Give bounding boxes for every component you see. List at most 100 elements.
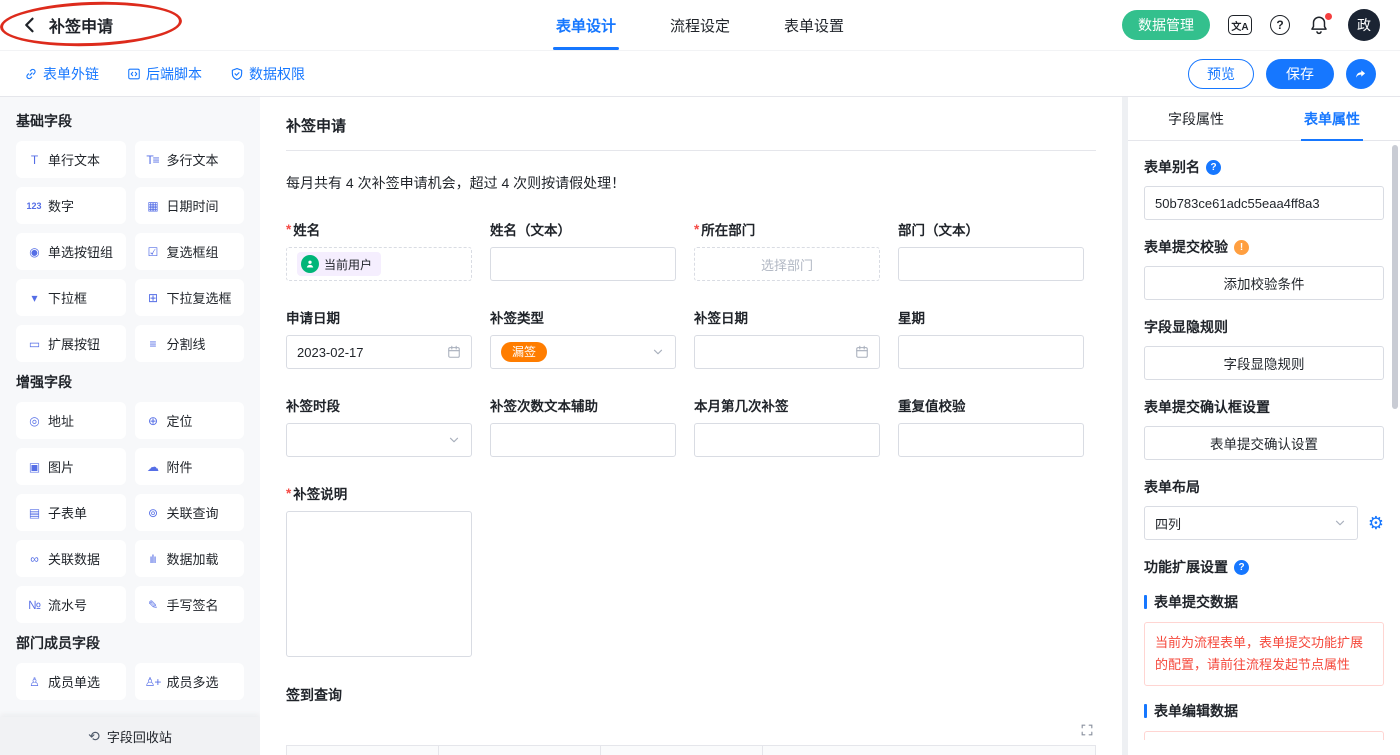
field-type-multi-select[interactable]: ⊞下拉复选框 bbox=[135, 279, 245, 316]
form-field-count-helper[interactable]: 补签次数文本辅助 bbox=[490, 395, 676, 457]
field-type-subform[interactable]: ▤子表单 bbox=[16, 494, 126, 531]
data-permission-link[interactable]: 数据权限 bbox=[230, 64, 305, 84]
field-type-signature[interactable]: ✎手写签名 bbox=[135, 586, 245, 623]
form-field-name-text[interactable]: 姓名（文本） bbox=[490, 219, 676, 281]
field-type-radio-group[interactable]: ◉单选按钮组 bbox=[16, 233, 126, 270]
column-header[interactable]: 员工姓名 bbox=[287, 746, 439, 755]
fullscreen-expand-icon[interactable] bbox=[1080, 723, 1094, 737]
share-arrow-icon bbox=[1354, 67, 1368, 81]
form-field-weekday[interactable]: 星期 bbox=[898, 307, 1084, 369]
name-text-input[interactable] bbox=[490, 247, 676, 281]
tab-form-settings[interactable]: 表单设置 bbox=[781, 0, 847, 50]
add-check-condition-button[interactable]: 添加校验条件 bbox=[1144, 266, 1384, 300]
backend-script-link[interactable]: 后端脚本 bbox=[127, 64, 202, 84]
count-helper-input[interactable] bbox=[490, 423, 676, 457]
tab-form-properties[interactable]: 表单属性 bbox=[1264, 97, 1400, 140]
field-type-serial-number[interactable]: №流水号 bbox=[16, 586, 126, 623]
department-placeholder: 选择部门 bbox=[761, 255, 813, 274]
department-text-input[interactable] bbox=[898, 247, 1084, 281]
field-type-linked-query[interactable]: ⊚关联查询 bbox=[135, 494, 245, 531]
chevron-down-icon bbox=[447, 433, 461, 447]
field-type-location[interactable]: ⊕定位 bbox=[135, 402, 245, 439]
alias-input[interactable] bbox=[1144, 186, 1384, 220]
member-single-icon: ♙ bbox=[24, 675, 44, 689]
field-type-label: 关联查询 bbox=[167, 503, 219, 522]
field-type-datetime[interactable]: ▦日期时间 bbox=[135, 187, 245, 224]
form-field-remark[interactable]: 补签说明 bbox=[286, 483, 472, 657]
field-type-single-line-text[interactable]: T单行文本 bbox=[16, 141, 126, 178]
name-widget[interactable]: 当前用户 bbox=[286, 247, 472, 281]
confirm-label: 表单提交确认框设置 bbox=[1144, 397, 1270, 417]
alias-label: 表单别名 bbox=[1144, 157, 1200, 177]
gear-icon[interactable]: ⚙ bbox=[1368, 514, 1384, 532]
tab-field-properties[interactable]: 字段属性 bbox=[1128, 97, 1264, 140]
apply-date-input[interactable]: 2023-02-17 bbox=[286, 335, 472, 369]
column-header[interactable]: 考勤类型 bbox=[601, 746, 763, 755]
form-external-link[interactable]: 表单外链 bbox=[24, 64, 99, 84]
form-field-department-text[interactable]: 部门（文本） bbox=[898, 219, 1084, 281]
field-type-label: 多行文本 bbox=[167, 150, 219, 169]
tab-flow-settings[interactable]: 流程设定 bbox=[667, 0, 733, 50]
field-type-multi-line-text[interactable]: T≡多行文本 bbox=[135, 141, 245, 178]
form-field-month-count[interactable]: 本月第几次补签 bbox=[694, 395, 880, 457]
field-type-image[interactable]: ▣图片 bbox=[16, 448, 126, 485]
field-type-number[interactable]: 123数字 bbox=[16, 187, 126, 224]
month-count-input[interactable] bbox=[694, 423, 880, 457]
resign-date-input[interactable] bbox=[694, 335, 880, 369]
field-recycle-bin[interactable]: ⟲ 字段回收站 bbox=[0, 717, 260, 755]
field-type-data-load[interactable]: ılı数据加载 bbox=[135, 540, 245, 577]
form-field-name[interactable]: 姓名 当前用户 bbox=[286, 219, 472, 281]
field-type-extend-button[interactable]: ▭扩展按钮 bbox=[16, 325, 126, 362]
code-icon bbox=[127, 67, 141, 81]
form-field-apply-date[interactable]: 申请日期 2023-02-17 bbox=[286, 307, 472, 369]
share-button[interactable] bbox=[1346, 59, 1376, 89]
field-type-member-multi[interactable]: ♙+成员多选 bbox=[135, 663, 245, 700]
avatar[interactable]: 政 bbox=[1348, 9, 1380, 41]
layout-select[interactable]: 四列 bbox=[1144, 506, 1358, 540]
department-picker[interactable]: 选择部门 bbox=[694, 247, 880, 281]
back-button[interactable] bbox=[20, 15, 40, 35]
form-field-resign-type[interactable]: 补签类型 漏签 bbox=[490, 307, 676, 369]
checkin-query-title[interactable]: 签到查询 bbox=[286, 685, 1096, 705]
field-type-member-single[interactable]: ♙成员单选 bbox=[16, 663, 126, 700]
form-description[interactable]: 每月共有 4 次补签申请机会，超过 4 次则按请假处理！ bbox=[286, 173, 1096, 193]
weekday-input[interactable] bbox=[898, 335, 1084, 369]
submit-confirm-button[interactable]: 表单提交确认设置 bbox=[1144, 426, 1384, 460]
field-type-attachment[interactable]: ☁附件 bbox=[135, 448, 245, 485]
scrollbar[interactable] bbox=[1392, 145, 1398, 409]
form-field-resign-period[interactable]: 补签时段 bbox=[286, 395, 472, 457]
form-field-resign-date[interactable]: 补签日期 bbox=[694, 307, 880, 369]
form-field-department[interactable]: 所在部门 选择部门 bbox=[694, 219, 880, 281]
multi-select-icon: ⊞ bbox=[143, 291, 163, 305]
translate-icon[interactable]: 文A bbox=[1228, 15, 1252, 35]
remark-textarea[interactable] bbox=[286, 511, 472, 657]
visibility-rules-button[interactable]: 字段显隐规则 bbox=[1144, 346, 1384, 380]
resign-period-select[interactable] bbox=[286, 423, 472, 457]
tab-form-design[interactable]: 表单设计 bbox=[553, 0, 619, 50]
layout-label: 表单布局 bbox=[1144, 477, 1200, 497]
field-type-address[interactable]: ◎地址 bbox=[16, 402, 126, 439]
data-manage-button[interactable]: 数据管理 bbox=[1122, 10, 1210, 40]
column-header[interactable]: 考勤日期 bbox=[439, 746, 601, 755]
save-button[interactable]: 保存 bbox=[1266, 59, 1334, 89]
duplicate-check-input[interactable] bbox=[898, 423, 1084, 457]
data-load-icon: ılı bbox=[143, 552, 163, 566]
field-type-label: 数字 bbox=[48, 196, 74, 215]
apply-date-value: 2023-02-17 bbox=[297, 345, 364, 360]
column-header[interactable]: 签到时间 bbox=[763, 746, 1096, 755]
preview-button[interactable]: 预览 bbox=[1188, 59, 1254, 89]
field-type-linked-data[interactable]: ∞关联数据 bbox=[16, 540, 126, 577]
form-field-duplicate-check[interactable]: 重复值校验 bbox=[898, 395, 1084, 457]
help-icon[interactable]: ? bbox=[1270, 15, 1290, 35]
resign-type-select[interactable]: 漏签 bbox=[490, 335, 676, 369]
field-type-checkbox-group[interactable]: ☑复选框组 bbox=[135, 233, 245, 270]
warning-icon[interactable]: ! bbox=[1234, 240, 1249, 255]
question-icon[interactable]: ? bbox=[1234, 560, 1249, 575]
question-icon[interactable]: ? bbox=[1206, 160, 1221, 175]
section-enhanced-fields: 增强字段 bbox=[16, 372, 244, 392]
notification-bell-icon[interactable] bbox=[1308, 14, 1330, 36]
alias-label-row: 表单别名 ? bbox=[1144, 157, 1384, 177]
form-title[interactable]: 补签申请 bbox=[286, 97, 1096, 151]
field-type-select[interactable]: ▾下拉框 bbox=[16, 279, 126, 316]
field-type-divider[interactable]: ≡分割线 bbox=[135, 325, 245, 362]
